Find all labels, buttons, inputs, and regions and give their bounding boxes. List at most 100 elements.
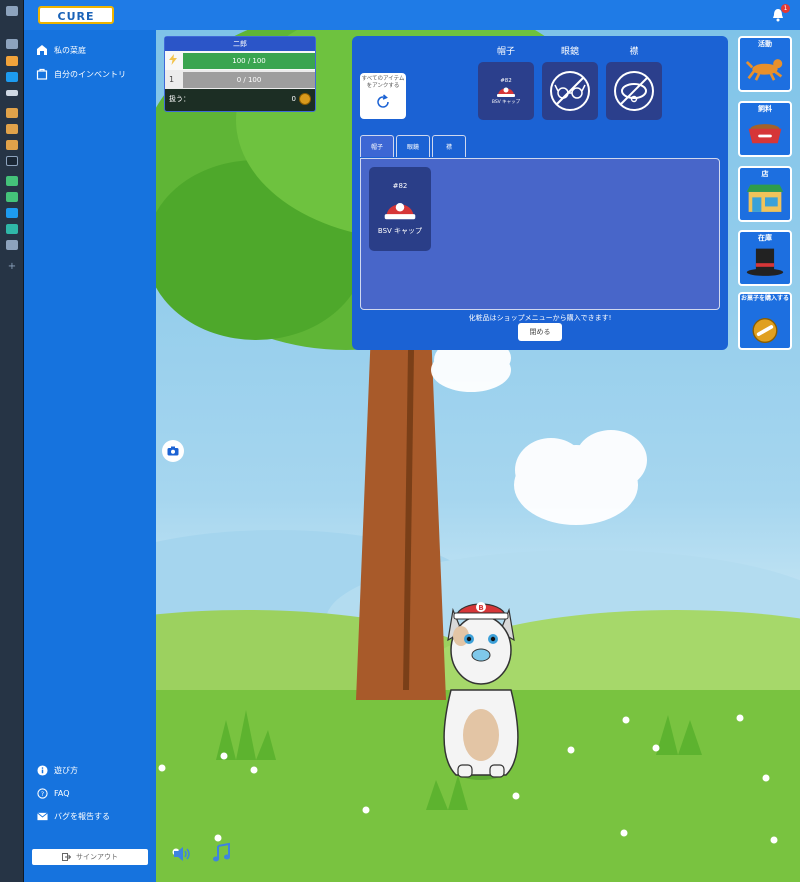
browser-tab-icon[interactable]	[6, 176, 18, 186]
mail-icon	[36, 810, 48, 822]
menu-card-food[interactable]: 飼料	[738, 101, 792, 157]
app-logo[interactable]: CURE DOGS	[38, 6, 114, 41]
speaker-icon[interactable]	[172, 844, 192, 864]
tab-glasses[interactable]: 眼鏡	[396, 135, 430, 157]
sidebar-item-label: バグを報告する	[54, 811, 110, 821]
sidebar-item-label: FAQ	[54, 788, 70, 798]
browser-tab-icon[interactable]	[6, 240, 18, 250]
browser-sidebar: +	[0, 0, 24, 882]
camera-button[interactable]	[162, 440, 184, 462]
treats-label: 扱う：	[169, 95, 190, 103]
bsv-cap-icon	[384, 203, 416, 220]
browser-tab-icon[interactable]	[6, 108, 18, 118]
slot-head-hat: 帽子	[496, 47, 515, 57]
accessory-item-list: #82 BSV キャップ	[360, 158, 720, 310]
pet-stats-panel: 二郎 100 / 100 1 0 / 100 扱う： 0	[164, 36, 316, 112]
energy-row: 100 / 100	[165, 51, 315, 70]
equipped-hat-slot[interactable]: #82 BSV キャップ	[478, 62, 534, 120]
empty-collar-slot[interactable]	[606, 62, 662, 120]
running-dog-icon	[745, 59, 783, 81]
sidebar-item-inventory[interactable]: 自分のインベントリ	[36, 64, 126, 84]
svg-text:?: ?	[40, 789, 43, 797]
store-icon	[746, 184, 784, 212]
menu-card-label: 店	[761, 170, 769, 178]
dog-character: B	[443, 602, 519, 780]
tab-collar[interactable]: 襟	[432, 135, 466, 157]
sidebar-item-my-yard[interactable]: 私の菜庭	[36, 40, 86, 60]
treats-row: 扱う： 0	[165, 89, 315, 109]
top-hat-icon	[746, 248, 784, 276]
browser-tab-icon[interactable]	[6, 224, 18, 234]
level-row: 1 0 / 100	[165, 70, 315, 89]
menu-card-label: 在庫	[758, 234, 772, 242]
treats-value: 0	[291, 95, 296, 103]
pet-name: 二郎	[165, 37, 315, 51]
music-note-icon[interactable]	[210, 842, 232, 864]
energy-bar-text: 100 / 100	[232, 56, 266, 65]
coin-icon	[299, 93, 311, 105]
menu-card-buy-treats[interactable]: お菓子を購入する	[738, 292, 792, 350]
accessory-item-card[interactable]: #82 BSV キャップ	[369, 167, 431, 251]
browser-tab-icon[interactable]	[6, 140, 18, 150]
slot-head-collar: 襟	[629, 47, 639, 57]
item-number: #82	[392, 182, 408, 190]
sign-out-button[interactable]: サインアウト	[32, 849, 148, 865]
unequip-all-label: すべてのアイテムをアンクする	[361, 76, 405, 90]
item-name: BSV キャップ	[377, 227, 423, 235]
no-glasses-icon	[550, 71, 590, 111]
refresh-icon	[377, 94, 389, 108]
sidebar-item-how-to-play[interactable]: 遊び方	[36, 760, 78, 780]
browser-tab-icon[interactable]	[6, 124, 18, 134]
no-collar-icon	[614, 71, 654, 111]
menu-card-store[interactable]: 店	[738, 166, 792, 222]
info-icon	[36, 764, 48, 776]
accessory-panel: すべてのアイテムをアンクする 帽子 眼鏡 襟 #82 BSV キャップ 帽子 眼…	[352, 36, 728, 350]
menu-card-label: 活動	[758, 40, 772, 48]
browser-tab-icon[interactable]	[6, 72, 18, 82]
sidebar-item-label: 遊び方	[54, 765, 78, 775]
experience-bar: 0 / 100	[183, 71, 315, 88]
menu-card-inventory[interactable]: 在庫	[738, 230, 792, 286]
lightning-icon	[169, 54, 179, 67]
menu-card-label: 飼料	[758, 105, 772, 113]
browser-tab-icon[interactable]	[6, 56, 18, 66]
slot-head-glasses: 眼鏡	[560, 47, 579, 57]
notification-badge: 1	[781, 4, 790, 13]
sign-out-icon	[62, 853, 71, 861]
speaker-icon[interactable]	[6, 156, 18, 166]
browser-tab-icon[interactable]	[6, 208, 18, 218]
browser-tab-icon[interactable]	[6, 90, 18, 96]
empty-glasses-slot[interactable]	[542, 62, 598, 120]
add-tab-icon[interactable]: +	[6, 262, 18, 272]
treat-coin-icon	[752, 318, 778, 344]
browser-tab-icon[interactable]	[6, 6, 18, 16]
top-app-bar: CURE DOGS 1	[24, 0, 800, 41]
level-label: 1	[169, 75, 175, 84]
close-button[interactable]: 閉める	[518, 323, 562, 341]
energy-bar: 100 / 100	[183, 52, 315, 69]
item-name: BSV キャップ	[491, 99, 521, 105]
sidebar-item-faq[interactable]: ? FAQ	[36, 783, 70, 803]
unequip-all-button[interactable]: すべてのアイテムをアンクする	[360, 73, 406, 119]
food-bowl-icon	[748, 124, 782, 144]
menu-card-activity[interactable]: 活動	[738, 36, 792, 92]
shop-note: 化粧品はショップメニューから購入できます!	[468, 314, 612, 322]
sidebar-item-label: 私の菜庭	[54, 45, 86, 55]
sign-out-label: サインアウト	[76, 853, 118, 861]
browser-tab-icon[interactable]	[6, 192, 18, 202]
game-scene: B 二郎 100 / 100 1 0 / 100 扱う： 0 すべてのアイテムを…	[156, 30, 800, 882]
bsv-cap-icon	[497, 87, 515, 97]
question-icon: ?	[36, 787, 48, 799]
dog-house-icon	[36, 44, 48, 56]
browser-tab-icon[interactable]	[6, 39, 18, 49]
inventory-icon	[36, 68, 48, 80]
sidebar-item-label: 自分のインベントリ	[54, 69, 126, 79]
camera-icon	[167, 446, 179, 456]
tab-hat[interactable]: 帽子	[360, 135, 394, 157]
accessory-tabs: 帽子 眼鏡 襟	[360, 135, 468, 157]
sidebar-item-report-bug[interactable]: バグを報告する	[36, 806, 110, 826]
svg-text:B: B	[478, 604, 483, 612]
experience-bar-text: 0 / 100	[236, 75, 262, 84]
sidebar: 私の菜庭 自分のインベントリ 遊び方 ? FAQ バグを報告する サインアウト	[24, 30, 156, 882]
menu-card-label: お菓子を購入する	[740, 295, 789, 302]
